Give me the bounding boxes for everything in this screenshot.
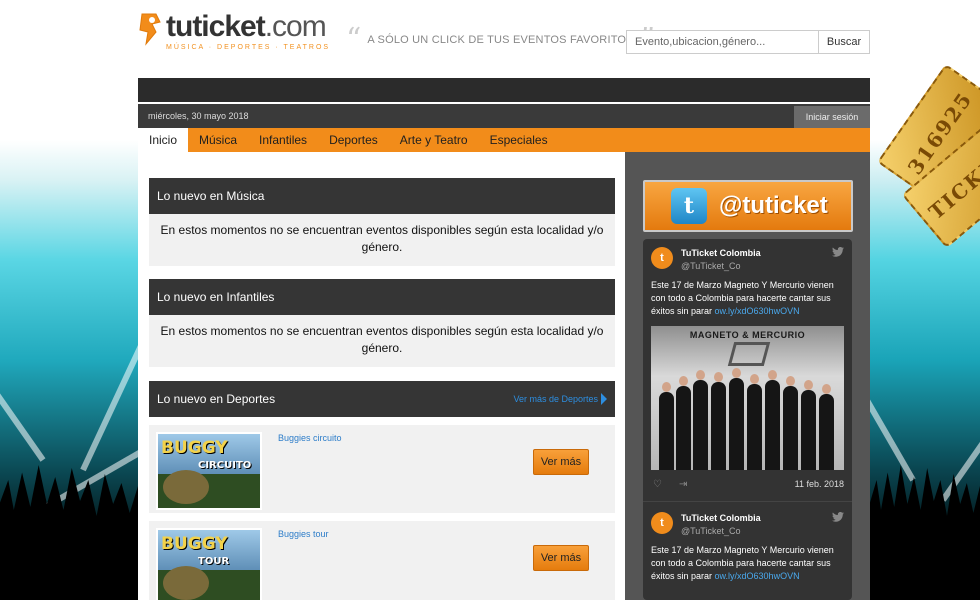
event-item: BUGGY CIRCUITO Buggies circuito Ver más xyxy=(149,425,615,513)
more-link-label: Ver más de Deportes xyxy=(513,394,598,404)
ver-mas-button[interactable]: Ver más xyxy=(533,545,589,571)
twitter-feed[interactable]: t TuTicket Colombia @TuTicket_Co Este 17… xyxy=(643,239,852,600)
twitter-bird-icon[interactable] xyxy=(832,246,844,260)
nav-item-deportes[interactable]: Deportes xyxy=(318,128,389,152)
tweet-date[interactable]: 11 feb. 2018 xyxy=(795,479,844,489)
twitter-banner[interactable]: t @tuticket xyxy=(643,180,853,232)
login-button[interactable]: Iniciar sesión xyxy=(794,106,870,128)
heart-icon[interactable]: ♡ xyxy=(653,479,662,490)
section-deportes: Lo nuevo en Deportes Ver más de Deportes xyxy=(149,381,615,417)
twitter-bird-icon[interactable] xyxy=(832,511,844,525)
golden-tickets: 316925 TICKET xyxy=(870,63,980,249)
event-title-link[interactable]: Buggies circuito xyxy=(278,433,342,443)
site-header: tuticket.com MÚSICA · DEPORTES · TEATROS… xyxy=(138,0,870,78)
event-thumbnail[interactable]: BUGGY CIRCUITO xyxy=(156,432,262,510)
concert-background-left xyxy=(0,0,138,600)
ticket-logo-icon xyxy=(138,12,164,46)
main-content: Lo nuevo en Música En estos momentos no … xyxy=(138,152,625,600)
logo-name: tuticket xyxy=(166,10,266,43)
tweet-author-name[interactable]: TuTicket Colombia xyxy=(681,248,761,258)
date-bar: miércoles, 30 mayo 2018 Iniciar sesión xyxy=(138,104,870,128)
section-title: Lo nuevo en Música xyxy=(157,189,265,203)
tweet-author-name[interactable]: TuTicket Colombia xyxy=(681,513,761,523)
main-nav: Inicio Música Infantiles Deportes Arte y… xyxy=(138,128,870,152)
share-icon[interactable]: ⇥ xyxy=(679,479,687,490)
top-dark-bar xyxy=(138,78,870,102)
tweet-text: Este 17 de Marzo Magneto Y Mercurio vien… xyxy=(651,544,845,583)
section-title: Lo nuevo en Deportes xyxy=(157,392,276,406)
avatar[interactable]: t xyxy=(651,512,673,534)
nav-item-especiales[interactable]: Especiales xyxy=(479,128,559,152)
tweet-divider xyxy=(643,501,852,502)
nav-item-arte-teatro[interactable]: Arte y Teatro xyxy=(389,128,479,152)
tweet-link[interactable]: ow.ly/xdO630hwOVN xyxy=(715,306,800,316)
event-title-link[interactable]: Buggies tour xyxy=(278,529,329,539)
tweet-link[interactable]: ow.ly/xdO630hwOVN xyxy=(715,571,800,581)
search-input[interactable] xyxy=(626,30,819,54)
concert-background-right: 316925 TICKET xyxy=(870,0,980,600)
tweet-image-title: MAGNETO & MERCURIO xyxy=(689,330,806,340)
band-logo-icon xyxy=(727,342,771,366)
empty-message: En estos momentos no se encuentran event… xyxy=(149,315,615,367)
logo-subtitle: MÚSICA · DEPORTES · TEATROS xyxy=(166,44,331,51)
nav-item-infantiles[interactable]: Infantiles xyxy=(248,128,318,152)
twitter-banner-handle: @tuticket xyxy=(719,192,828,219)
thumb-title: BUGGY xyxy=(161,438,228,458)
event-item: BUGGY TOUR Buggies tour Ver más xyxy=(149,521,615,600)
logo-tld: .com xyxy=(264,10,327,43)
tagline-text: A SÓLO UN CLICK DE TUS EVENTOS FAVORITOS xyxy=(367,34,634,46)
twitter-logo-icon: t xyxy=(671,188,707,224)
ver-mas-button[interactable]: Ver más xyxy=(533,449,589,475)
section-title: Lo nuevo en Infantiles xyxy=(157,290,275,304)
site-logo[interactable]: tuticket.com MÚSICA · DEPORTES · TEATROS xyxy=(138,12,330,51)
thumb-subtitle: CIRCUITO xyxy=(198,460,252,471)
thumb-title: BUGGY xyxy=(161,534,228,554)
nav-item-inicio[interactable]: Inicio xyxy=(138,128,189,152)
arrow-right-icon xyxy=(601,393,607,405)
search-form: Buscar xyxy=(626,30,870,54)
event-thumbnail[interactable]: BUGGY TOUR xyxy=(156,528,262,600)
section-infantiles: Lo nuevo en Infantiles En estos momentos… xyxy=(149,279,615,367)
current-date: miércoles, 30 mayo 2018 xyxy=(148,111,249,121)
section-musica: Lo nuevo en Música En estos momentos no … xyxy=(149,178,615,266)
search-button[interactable]: Buscar xyxy=(819,30,870,54)
tweet-author-handle[interactable]: @TuTicket_Co xyxy=(681,526,740,536)
tagline: “ A SÓLO UN CLICK DE TUS EVENTOS FAVORIT… xyxy=(346,22,655,57)
twitter-sidebar: t @tuticket t TuTicket Colombia @TuTicke… xyxy=(625,152,870,600)
thumb-subtitle: TOUR xyxy=(198,556,230,567)
quote-open-icon: “ xyxy=(346,22,362,57)
nav-item-musica[interactable]: Música xyxy=(188,128,248,152)
tweet-text: Este 17 de Marzo Magneto Y Mercurio vien… xyxy=(651,279,845,318)
empty-message: En estos momentos no se encuentran event… xyxy=(149,214,615,266)
more-deportes-link[interactable]: Ver más de Deportes xyxy=(513,393,607,405)
avatar[interactable]: t xyxy=(651,247,673,269)
tweet-image[interactable]: MAGNETO & MERCURIO xyxy=(651,326,844,470)
tweet-author-handle[interactable]: @TuTicket_Co xyxy=(681,261,740,271)
